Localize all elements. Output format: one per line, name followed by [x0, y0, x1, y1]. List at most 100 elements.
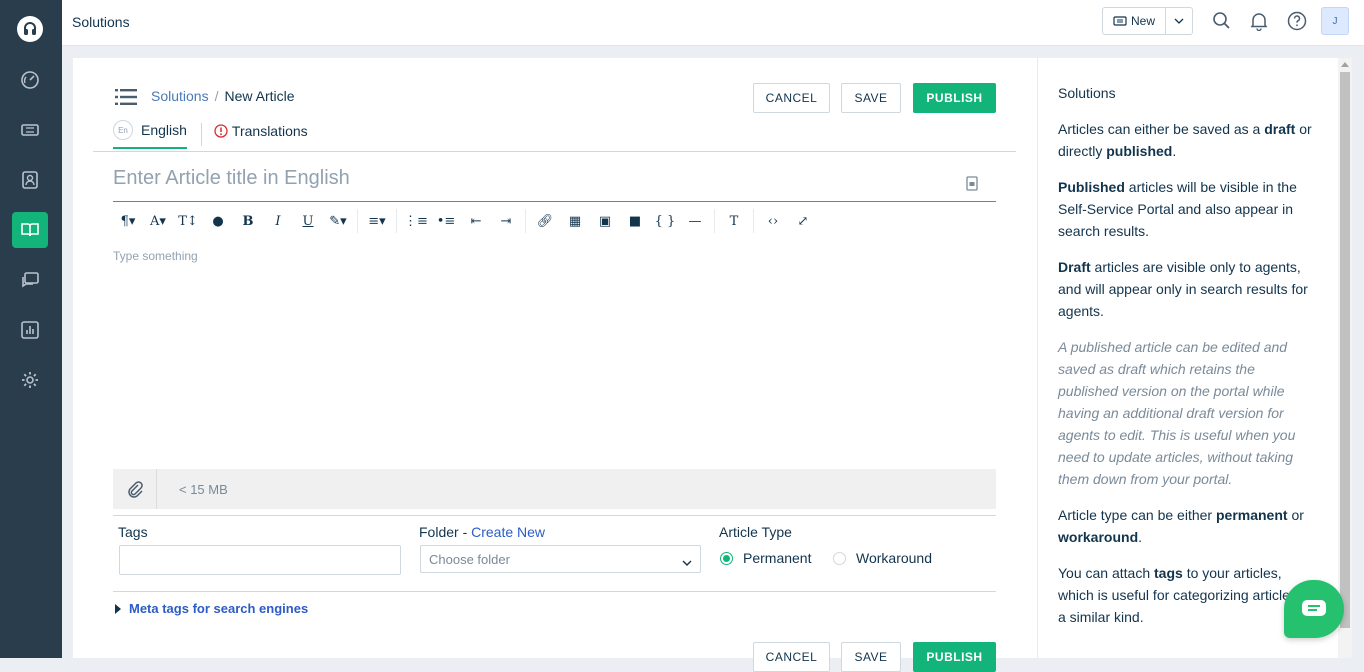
notifications-bell-icon[interactable]	[1250, 11, 1268, 36]
help-question-icon[interactable]	[1287, 11, 1307, 36]
article-editor-panel: Solutions / New Article CANCEL SAVE PUBLIS…	[73, 58, 1037, 672]
language-tabs: En English Translations	[113, 120, 308, 149]
save-button-bottom[interactable]: SAVE	[841, 642, 901, 672]
new-button-main[interactable]: New	[1103, 8, 1166, 34]
dashboard-icon[interactable]	[12, 62, 48, 98]
editor-toolbar: ¶▾ A▾ T↕ ● B I U ✎▾ ≡▾ ⋮≡ •≡ ⇤ ⇥ 🔗︎ ▦ ▣ …	[113, 208, 818, 234]
cancel-button-bottom[interactable]: CANCEL	[753, 642, 830, 672]
underline-icon[interactable]: U	[293, 214, 323, 229]
user-avatar[interactable]: J	[1321, 7, 1349, 35]
radio-permanent-label: Permanent	[743, 550, 812, 566]
help-text: articles are visible only to agents, and…	[1058, 259, 1308, 319]
form-divider	[113, 515, 996, 516]
attachment-bar[interactable]: < 15 MB	[113, 469, 996, 509]
reports-icon[interactable]	[12, 312, 48, 348]
code-braces-icon[interactable]: { }	[650, 214, 680, 229]
meta-tags-toggle[interactable]: Meta tags for search engines	[115, 601, 308, 616]
scroll-up-arrow-icon[interactable]	[1341, 62, 1349, 67]
new-button-label: New	[1130, 14, 1155, 28]
help-bold: draft	[1264, 121, 1296, 137]
new-dropdown-chevron-down-icon[interactable]	[1166, 8, 1192, 34]
table-icon[interactable]: ▦	[560, 214, 590, 229]
image-icon[interactable]: ▣	[590, 214, 620, 229]
new-button[interactable]: New	[1102, 7, 1193, 35]
breadcrumb-separator: /	[214, 88, 219, 104]
help-bold: workaround	[1058, 529, 1139, 545]
template-icon[interactable]	[966, 174, 978, 197]
tab-english-label: English	[141, 122, 187, 138]
create-new-folder-link[interactable]: Create New	[471, 524, 545, 540]
unordered-list-icon[interactable]: •≡	[431, 214, 461, 229]
article-title-input[interactable]: Enter Article title in English	[113, 164, 996, 202]
article-body-editor[interactable]: Type something	[113, 249, 198, 263]
help-text: .	[1172, 143, 1177, 159]
help-panel: Solutions Articles can either be saved a…	[1037, 58, 1338, 658]
left-sidebar	[0, 0, 62, 658]
tab-translations[interactable]: Translations	[200, 123, 308, 146]
radio-workaround[interactable]: Workaround	[833, 550, 932, 566]
headset-logo-icon[interactable]	[17, 16, 43, 42]
radio-workaround-label: Workaround	[856, 550, 933, 566]
tickets-icon[interactable]	[12, 112, 48, 148]
search-icon[interactable]	[1212, 11, 1232, 36]
publish-button-bottom[interactable]: PUBLISH	[913, 642, 996, 672]
cancel-button[interactable]: CANCEL	[753, 83, 830, 113]
folder-label: Folder - Create New	[419, 524, 545, 540]
radio-permanent-dot[interactable]	[720, 551, 733, 565]
meta-divider	[113, 591, 996, 592]
tags-label: Tags	[118, 524, 148, 540]
hamburger-menu-icon[interactable]	[115, 89, 137, 110]
help-heading: Solutions	[1058, 85, 1116, 101]
page-title: Solutions	[72, 14, 130, 30]
settings-gear-icon[interactable]	[12, 362, 48, 398]
radio-permanent[interactable]: Permanent	[720, 550, 811, 566]
folder-select[interactable]: Choose folder	[420, 545, 701, 573]
breadcrumb-solutions-link[interactable]: Solutions	[151, 88, 209, 104]
toolbar-separator	[753, 209, 754, 233]
horizontal-rule-icon[interactable]: —	[680, 214, 710, 229]
text-color-drop-icon[interactable]: ●	[203, 214, 233, 229]
caret-right-icon	[115, 603, 121, 614]
help-bold: Published	[1058, 179, 1125, 195]
font-size-icon[interactable]: T↕	[173, 214, 203, 229]
italic-icon[interactable]: I	[263, 214, 293, 229]
bold-icon[interactable]: B	[233, 214, 263, 229]
align-icon[interactable]: ≡▾	[362, 214, 392, 229]
magic-format-icon[interactable]: ✎▾	[323, 214, 353, 229]
warning-circle-icon	[214, 124, 228, 138]
solutions-book-icon[interactable]	[12, 212, 48, 248]
folder-select-placeholder: Choose folder	[429, 552, 510, 567]
attachment-size-limit: < 15 MB	[179, 481, 228, 497]
tags-input[interactable]	[119, 545, 401, 575]
toolbar-separator	[396, 209, 397, 233]
help-text: You can attach	[1058, 565, 1155, 581]
indent-icon[interactable]: ⇥	[491, 214, 521, 229]
tab-english[interactable]: En English	[113, 120, 187, 149]
scrollbar-thumb[interactable]	[1340, 72, 1350, 628]
publish-button[interactable]: PUBLISH	[913, 83, 996, 113]
help-bold: published	[1106, 143, 1173, 159]
breadcrumb-current: New Article	[224, 88, 295, 104]
video-icon[interactable]: ■	[620, 214, 650, 229]
link-icon[interactable]: 🔗︎	[530, 214, 560, 229]
code-view-icon[interactable]: ‹›	[758, 214, 788, 229]
help-text: Articles can either be saved as a	[1058, 121, 1265, 137]
paperclip-icon[interactable]	[113, 469, 157, 509]
clear-format-icon[interactable]: T	[719, 214, 749, 229]
help-paragraph-draft-published: Articles can either be saved as a draft …	[1058, 118, 1318, 162]
font-family-icon[interactable]: A▾	[143, 214, 173, 229]
article-title-placeholder: Enter Article title in English	[113, 167, 350, 189]
paragraph-format-icon[interactable]: ¶▾	[113, 214, 143, 229]
scrollbar[interactable]	[1338, 58, 1352, 658]
help-text: or	[1287, 507, 1304, 523]
radio-workaround-dot[interactable]	[833, 551, 846, 565]
chevron-down-icon	[682, 554, 692, 569]
chat-widget-icon[interactable]	[1284, 580, 1344, 638]
contacts-icon[interactable]	[12, 162, 48, 198]
ordered-list-icon[interactable]: ⋮≡	[401, 214, 431, 229]
help-bold: tags	[1154, 565, 1183, 581]
outdent-icon[interactable]: ⇤	[461, 214, 491, 229]
forums-icon[interactable]	[12, 262, 48, 298]
save-button[interactable]: SAVE	[841, 83, 901, 113]
fullscreen-expand-icon[interactable]: ⤢	[788, 214, 818, 229]
